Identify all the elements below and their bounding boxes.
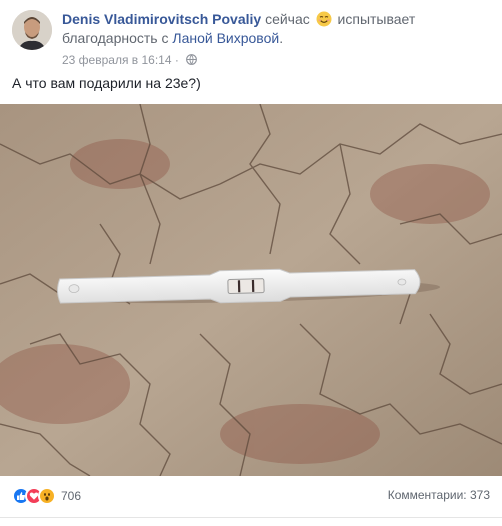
grateful-emoji-icon bbox=[316, 11, 332, 27]
wow-icon bbox=[38, 487, 56, 505]
activity-period: . bbox=[279, 30, 284, 46]
post-header: Denis Vladimirovitsch Povaliy сейчас исп… bbox=[12, 8, 490, 68]
author-avatar[interactable] bbox=[12, 10, 52, 50]
tagged-person-link[interactable]: Ланой Вихровой bbox=[172, 30, 279, 46]
post-footer: 706 Комментарии: 373 bbox=[12, 476, 490, 516]
reactions-summary[interactable]: 706 bbox=[12, 486, 81, 506]
post-text: А что вам подарили на 23е?) bbox=[12, 75, 201, 91]
author-name[interactable]: Denis Vladimirovitsch Povaliy bbox=[62, 11, 261, 27]
activity-feeling: благодарность с bbox=[62, 30, 169, 46]
post-photo[interactable] bbox=[0, 104, 502, 476]
comments-count-link[interactable]: Комментарии: 373 bbox=[388, 488, 490, 502]
activity-now: сейчас bbox=[265, 11, 310, 27]
post-card: Denis Vladimirovitsch Povaliy сейчас исп… bbox=[0, 0, 502, 526]
activity-verb: испытывает bbox=[337, 11, 416, 27]
post-meta: 23 февраля в 16:14 · bbox=[62, 52, 198, 68]
reaction-count[interactable]: 706 bbox=[61, 489, 81, 503]
post-timestamp[interactable]: 23 февраля в 16:14 bbox=[62, 53, 172, 67]
globe-icon[interactable] bbox=[186, 53, 198, 65]
meta-separator: · bbox=[174, 53, 179, 67]
post-header-text: Denis Vladimirovitsch Povaliy сейчас исп… bbox=[62, 10, 482, 48]
footer-divider bbox=[0, 517, 502, 518]
